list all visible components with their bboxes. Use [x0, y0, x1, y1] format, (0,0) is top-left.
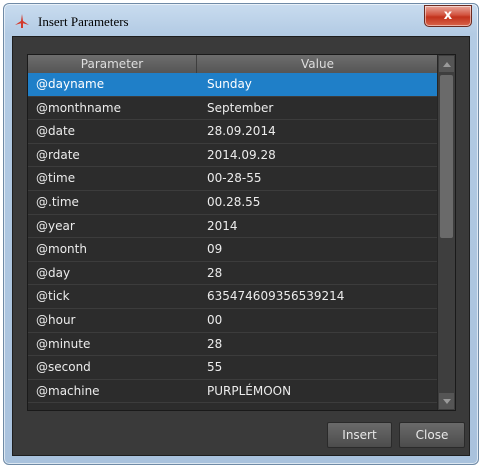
table-row[interactable]: @month 09	[28, 238, 439, 262]
value-cell: 00.28.55	[207, 194, 261, 209]
table-row[interactable]: @year 2014	[28, 215, 439, 239]
table-row[interactable]: @machine PURPLÉMOON	[28, 380, 439, 404]
table-row[interactable]: @monthname September	[28, 97, 439, 121]
parameter-cell: @rdate	[36, 147, 80, 162]
window-close-button[interactable]: x	[424, 5, 472, 27]
scroll-up-button[interactable]	[439, 56, 454, 72]
scrollbar-thumb[interactable]	[440, 75, 453, 238]
table-row[interactable]: @day 28	[28, 262, 439, 286]
parameter-cell: @dayname	[36, 77, 105, 91]
table-row[interactable]: @second 55	[28, 356, 439, 380]
parameter-cell: @month	[36, 242, 87, 257]
table-row[interactable]: @.time 00.28.55	[28, 191, 439, 215]
parameter-cell: @.time	[36, 194, 79, 209]
value-cell: 09	[207, 242, 223, 257]
window-title: Insert Parameters	[38, 14, 129, 29]
parameter-cell: @tick	[36, 289, 70, 304]
title-bar[interactable]: Insert Parameters x	[4, 4, 478, 38]
parameter-cell: @machine	[36, 383, 100, 398]
parameter-cell: @minute	[36, 336, 91, 351]
parameter-grid: Parameter Value @dayname Sunday @monthname…	[27, 54, 456, 411]
table-row[interactable]: @time 00-28-55	[28, 167, 439, 191]
parameter-cell: @hour	[36, 312, 76, 327]
arrow-down-icon	[443, 399, 451, 404]
value-cell: September	[207, 100, 274, 115]
table-row[interactable]: @minute 28	[28, 333, 439, 357]
parameter-cell: @time	[36, 171, 76, 186]
close-button[interactable]: Close	[399, 422, 465, 448]
grid-header: Parameter Value	[28, 55, 439, 73]
parameter-cell: @second	[36, 360, 91, 375]
table-row[interactable]: @tick 635474609356539214	[28, 285, 439, 309]
parameter-cell: @year	[36, 218, 75, 233]
grid-rows: @dayname Sunday @monthname September @date 28…	[28, 73, 439, 404]
insert-button[interactable]: Insert	[327, 422, 392, 448]
insert-parameters-window: Insert Parameters x Parameter Value @day…	[3, 3, 479, 465]
parameter-cell: @monthname	[36, 100, 121, 115]
vertical-scrollbar[interactable]	[437, 55, 455, 410]
column-header-parameter[interactable]: Parameter	[28, 55, 197, 73]
dialog-client-area: Parameter Value @dayname Sunday @monthname…	[12, 36, 470, 456]
value-cell: 28.09.2014	[207, 124, 276, 139]
value-cell: 2014.09.28	[207, 147, 276, 162]
column-header-value[interactable]: Value	[197, 55, 439, 73]
value-cell: 55	[207, 360, 223, 375]
parameter-cell: @date	[36, 124, 76, 139]
arrow-up-icon	[443, 62, 451, 67]
value-cell: 00-28-55	[207, 171, 262, 186]
table-row[interactable]: @rdate 2014.09.28	[28, 144, 439, 168]
value-cell: 28	[207, 336, 223, 351]
table-row[interactable]: @date 28.09.2014	[28, 120, 439, 144]
value-cell: PURPLÉMOON	[207, 383, 292, 398]
value-cell: Sunday	[207, 77, 252, 91]
value-cell: 00	[207, 312, 223, 327]
value-cell: 28	[207, 265, 223, 280]
value-cell: 2014	[207, 218, 238, 233]
parameter-cell: @day	[36, 265, 71, 280]
scroll-down-button[interactable]	[439, 393, 454, 409]
table-row[interactable]: @hour 00	[28, 309, 439, 333]
app-logo-icon	[15, 14, 29, 28]
table-row[interactable]: @dayname Sunday	[28, 73, 439, 97]
value-cell: 635474609356539214	[207, 289, 345, 304]
